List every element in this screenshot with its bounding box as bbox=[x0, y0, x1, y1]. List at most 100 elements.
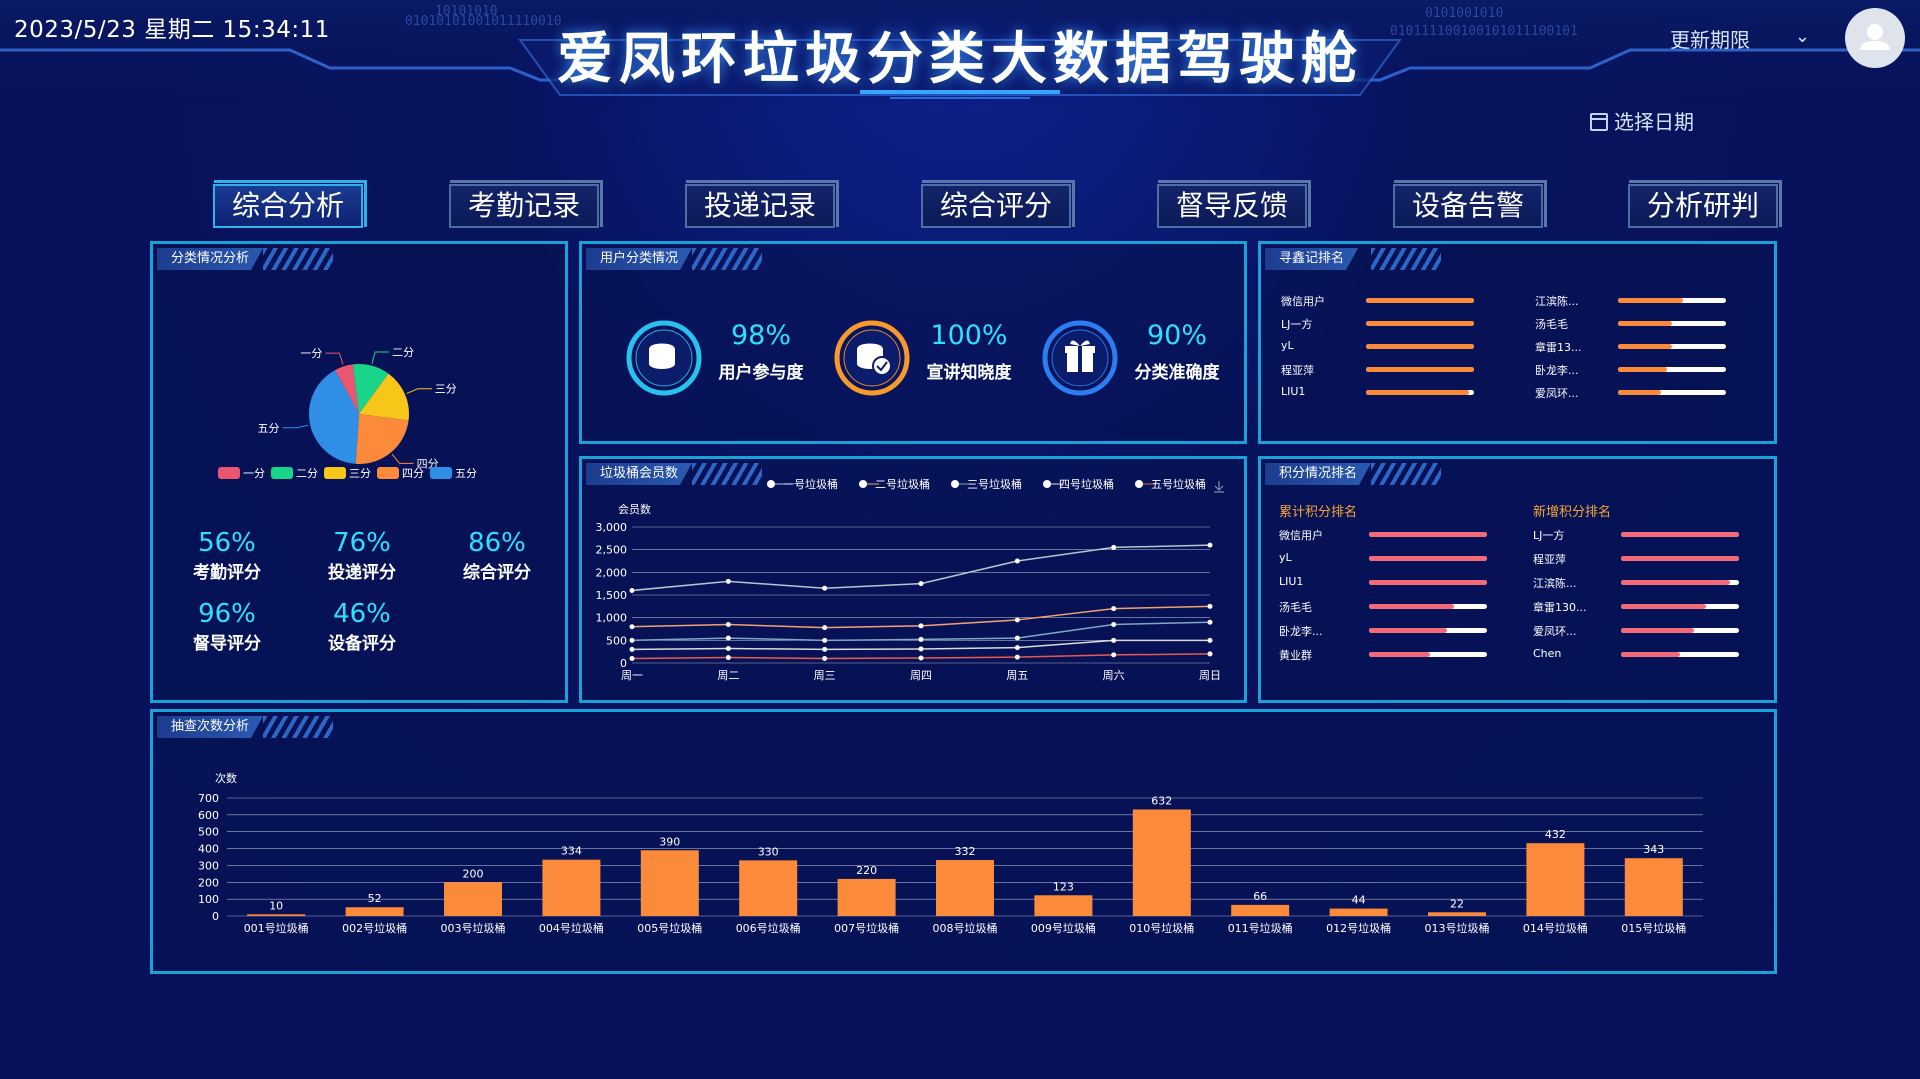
legend-item-5[interactable]: 五分 bbox=[430, 465, 477, 481]
series-point[interactable] bbox=[1111, 606, 1117, 612]
legend-item-2[interactable]: 二分 bbox=[271, 465, 318, 481]
header: 2023/5/23 星期二 15:34:11 01010101001011110… bbox=[0, 0, 1920, 110]
rank-bar bbox=[1366, 344, 1474, 349]
series-point[interactable] bbox=[1207, 619, 1213, 625]
series-point[interactable] bbox=[725, 655, 731, 661]
y-tick-label: 300 bbox=[198, 859, 219, 872]
x-tick-label: 013号垃圾桶 bbox=[1425, 921, 1490, 935]
series-point[interactable] bbox=[629, 646, 635, 652]
user-icon bbox=[1860, 24, 1890, 50]
pie-legend: 一分 二分 三分 四分 五分 bbox=[218, 462, 483, 481]
download-icon[interactable] bbox=[1214, 481, 1224, 493]
bar[interactable] bbox=[1132, 809, 1191, 916]
series-point[interactable] bbox=[822, 585, 828, 591]
bar[interactable] bbox=[739, 860, 798, 916]
legend-item-3[interactable]: 三分 bbox=[324, 465, 371, 481]
rank-name: 江滨陈... bbox=[1533, 577, 1577, 590]
bar[interactable] bbox=[1231, 904, 1290, 916]
series-point[interactable] bbox=[725, 578, 731, 584]
line-legend-item-5[interactable]: 五号垃圾桶 bbox=[1135, 477, 1206, 491]
series-point[interactable] bbox=[918, 646, 924, 652]
bar[interactable] bbox=[1034, 895, 1093, 916]
series-point[interactable] bbox=[1014, 635, 1020, 641]
title-stripes bbox=[263, 248, 333, 270]
bar[interactable] bbox=[247, 914, 306, 916]
series-point[interactable] bbox=[1111, 637, 1117, 643]
line-legend-item-1[interactable]: 一号垃圾桶 bbox=[767, 477, 838, 491]
bar-value-label: 66 bbox=[1253, 890, 1267, 903]
series-point[interactable] bbox=[629, 587, 635, 593]
series-point[interactable] bbox=[725, 635, 731, 641]
series-point[interactable] bbox=[629, 655, 635, 661]
series-point[interactable] bbox=[822, 655, 828, 661]
bin-members-line-chart: 一号垃圾桶 二号垃圾桶 三号垃圾桶 四号垃圾桶 五号垃圾桶会员数 3,000 2,500 2,… bbox=[596, 477, 1224, 682]
rank-bar-fill bbox=[1369, 556, 1487, 561]
series-point[interactable] bbox=[1014, 645, 1020, 651]
series-point[interactable] bbox=[1207, 603, 1213, 609]
legend-item-4[interactable]: 四分 bbox=[377, 465, 424, 481]
score-value: 46% bbox=[333, 599, 391, 629]
line-legend-item-3[interactable]: 三号垃圾桶 bbox=[951, 477, 1022, 491]
bar[interactable] bbox=[936, 860, 994, 916]
tab-2[interactable]: 考勤记录 bbox=[449, 180, 603, 228]
user-classification-panel: 用户分类情况 98% 用户参与度 100% 宣讲知晓度 90% 分类准确度 bbox=[579, 241, 1247, 444]
line-legend-item-2[interactable]: 二号垃圾桶 bbox=[859, 477, 930, 491]
tab-6[interactable]: 设备告警 bbox=[1393, 180, 1547, 228]
panel-title: 积分情况排名 bbox=[1265, 463, 1371, 485]
series-point[interactable] bbox=[1207, 542, 1213, 548]
series-point[interactable] bbox=[918, 636, 924, 642]
tab-3[interactable]: 投递记录 bbox=[685, 180, 839, 228]
series-point[interactable] bbox=[1014, 617, 1020, 623]
series-point[interactable] bbox=[822, 625, 828, 631]
series-point[interactable] bbox=[1014, 654, 1020, 660]
avatar[interactable] bbox=[1845, 8, 1905, 68]
date-picker[interactable]: 选择日期 bbox=[1590, 106, 1694, 135]
pie-label-line bbox=[282, 424, 309, 429]
series-point[interactable] bbox=[629, 637, 635, 643]
rank-name: Chen bbox=[1533, 647, 1562, 660]
rank-bar bbox=[1621, 580, 1739, 585]
bar[interactable] bbox=[1329, 908, 1388, 916]
tab-5[interactable]: 督导反馈 bbox=[1157, 180, 1311, 228]
series-point[interactable] bbox=[1207, 651, 1213, 657]
legend-label: 二分 bbox=[296, 467, 318, 480]
series-point[interactable] bbox=[1014, 558, 1020, 564]
series-point[interactable] bbox=[822, 637, 828, 643]
bar[interactable] bbox=[640, 850, 699, 916]
tab-1[interactable]: 综合分析 bbox=[213, 180, 367, 228]
tab-7[interactable]: 分析研判 bbox=[1628, 180, 1782, 228]
legend-label: 四分 bbox=[402, 467, 424, 480]
x-tick-label: 006号垃圾桶 bbox=[736, 921, 801, 935]
update-period-dropdown[interactable]: 更新期限 ⌄ bbox=[1670, 24, 1810, 54]
series-point[interactable] bbox=[1111, 621, 1117, 627]
series-point[interactable] bbox=[822, 646, 828, 652]
series-point[interactable] bbox=[918, 623, 924, 629]
bar[interactable] bbox=[542, 859, 601, 916]
bar[interactable] bbox=[1526, 843, 1585, 916]
rank-name: LJ一方 bbox=[1281, 318, 1313, 331]
tab-4[interactable]: 综合评分 bbox=[921, 180, 1075, 228]
bar[interactable] bbox=[837, 878, 896, 916]
series-point[interactable] bbox=[629, 624, 635, 630]
bar[interactable] bbox=[345, 907, 404, 916]
score-item-1: 56% 考勤评分 bbox=[167, 528, 287, 583]
series-point[interactable] bbox=[1111, 652, 1117, 658]
bar[interactable] bbox=[1624, 858, 1683, 916]
x-tick-label: 004号垃圾桶 bbox=[539, 921, 604, 935]
series-point[interactable] bbox=[725, 621, 731, 627]
series-point[interactable] bbox=[918, 655, 924, 661]
line-legend-item-4[interactable]: 四号垃圾桶 bbox=[1043, 477, 1114, 491]
bar[interactable] bbox=[444, 882, 502, 916]
series-point[interactable] bbox=[1111, 544, 1117, 550]
series-point[interactable] bbox=[1207, 637, 1213, 643]
stat-label: 分类准确度 bbox=[1134, 363, 1220, 383]
rank-bar-fill bbox=[1366, 367, 1474, 372]
rank-name: 卧龙李... bbox=[1279, 625, 1323, 638]
user-stat-1: 98% 用户参与度 bbox=[624, 318, 824, 398]
bar[interactable] bbox=[1428, 912, 1486, 916]
series-point[interactable] bbox=[725, 645, 731, 651]
legend-item-1[interactable]: 一分 bbox=[218, 465, 265, 481]
bin-members-panel: 垃圾桶会员数 一号垃圾桶 二号垃圾桶 三号垃圾桶 四号垃圾桶 五号垃圾桶 会员数 3,000… bbox=[579, 456, 1247, 703]
pie-slice-4[interactable] bbox=[355, 414, 409, 464]
series-point[interactable] bbox=[918, 581, 924, 587]
